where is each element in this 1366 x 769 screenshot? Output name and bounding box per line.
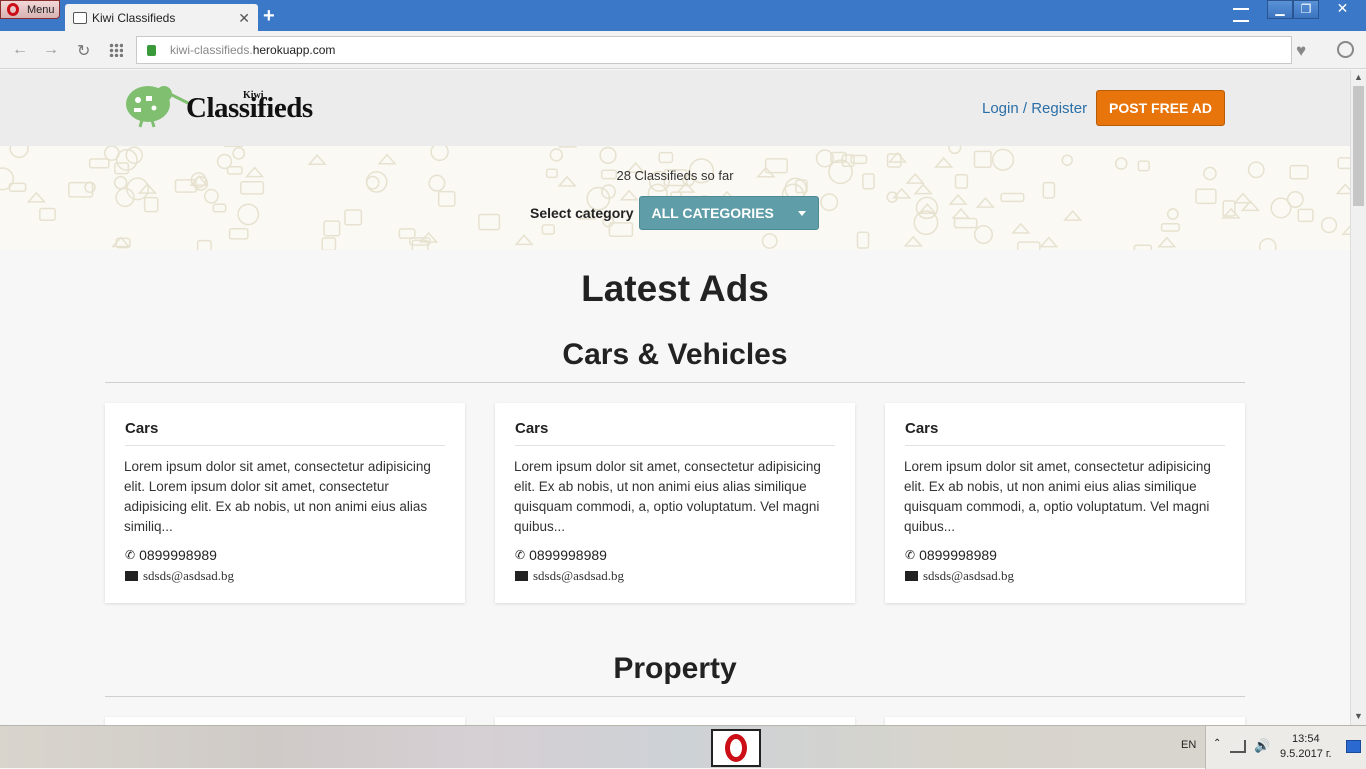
ad-description: Lorem ipsum dolor sit amet, consectetur … (904, 459, 1211, 534)
scroll-up-icon[interactable]: ▲ (1354, 72, 1363, 82)
caret-down-icon (797, 211, 806, 216)
forward-button[interactable]: → (43, 41, 59, 59)
login-register-link[interactable]: Login / Register (982, 100, 1087, 117)
ad-description: Lorem ipsum dolor sit amet, consectetur … (514, 459, 821, 534)
site-logo[interactable]: Kiwi Classifieds (124, 80, 354, 136)
ad-title-divider (515, 445, 835, 446)
reload-button[interactable]: ↻ (77, 41, 90, 61)
ad-phone: ✆ 0899998989 (515, 547, 607, 563)
back-button[interactable]: ← (12, 41, 28, 59)
ad-title[interactable]: Cars (515, 420, 548, 437)
network-icon[interactable] (1230, 740, 1246, 753)
taskbar-opera-button[interactable] (711, 729, 761, 767)
ad-title-divider (905, 445, 1225, 446)
new-tab-button[interactable]: + (263, 5, 275, 28)
ad-card[interactable]: Cars Lorem ipsum dolor sit amet, consect… (885, 403, 1245, 603)
ad-card[interactable] (495, 717, 855, 725)
kiwi-bird-icon (126, 86, 192, 128)
close-window-button[interactable]: ✕ (1319, 0, 1366, 19)
speed-dial-icon[interactable] (109, 43, 123, 57)
tab-menu-icon[interactable] (1233, 8, 1249, 22)
menu-label: Menu (27, 3, 55, 16)
envelope-icon (905, 571, 918, 581)
scrollbar-thumb[interactable] (1353, 86, 1364, 206)
tab-title: Kiwi Classifieds (92, 10, 176, 25)
heart-icon[interactable]: ♥ (1296, 41, 1306, 61)
phone-icon: ✆ (515, 548, 526, 562)
ad-card[interactable] (105, 717, 465, 725)
page-scrollbar[interactable]: ▲ ▼ (1350, 70, 1366, 725)
ad-email-address: sdsds@asdsad.bg (533, 568, 625, 583)
logo-brand-text: Classifieds (186, 92, 313, 124)
ad-email-address: sdsds@asdsad.bg (143, 568, 235, 583)
ad-card[interactable]: Cars Lorem ipsum dolor sit amet, consect… (495, 403, 855, 603)
latest-ads-heading: Latest Ads (581, 268, 769, 309)
site-header: Kiwi Classifieds Login / Register POST F… (0, 70, 1350, 146)
taskbar-clock[interactable]: 13:54 9.5.2017 г. (1280, 732, 1332, 762)
url-field[interactable]: kiwi-classifieds. herokuapp.com (136, 36, 1292, 64)
ad-email: sdsds@asdsad.bg (905, 568, 1014, 584)
select-category-label: Select category (530, 205, 634, 221)
ad-email: sdsds@asdsad.bg (515, 568, 624, 584)
account-icon[interactable] (1337, 41, 1354, 58)
ad-email-address: sdsds@asdsad.bg (923, 568, 1015, 583)
hero-banner: 28 Classifieds so far Select category AL… (0, 146, 1350, 250)
ad-phone-number: 0899998989 (139, 547, 217, 563)
tab-kiwi-classifieds[interactable]: Kiwi Classifieds ✕ (65, 4, 258, 31)
ad-phone: ✆ 0899998989 (125, 547, 217, 563)
section-divider (105, 382, 1245, 383)
envelope-icon (125, 571, 138, 581)
page-viewport: Kiwi Classifieds Login / Register POST F… (0, 70, 1350, 725)
phone-icon: ✆ (905, 548, 916, 562)
ad-title[interactable]: Cars (125, 420, 158, 437)
ad-phone-number: 0899998989 (919, 547, 997, 563)
ad-title-divider (125, 445, 445, 446)
ad-card[interactable]: Cars Lorem ipsum dolor sit amet, consect… (105, 403, 465, 603)
show-desktop-icon[interactable] (1346, 740, 1361, 753)
opera-menu-button[interactable]: Menu (0, 0, 60, 19)
classifieds-count: 28 Classifieds so far (616, 168, 734, 183)
category-dropdown-value: ALL CATEGORIES (651, 205, 774, 221)
maximize-button[interactable]: ❐ (1293, 0, 1319, 19)
address-bar-row: ← → ↻ kiwi-classifieds. herokuapp.com ♥ (0, 31, 1366, 69)
envelope-icon (515, 571, 528, 581)
show-hidden-icons-icon[interactable]: ⌃ (1213, 738, 1221, 749)
ad-card[interactable] (885, 717, 1245, 725)
section-title-cars: Cars & Vehicles (562, 338, 788, 371)
section-title-property: Property (613, 652, 737, 685)
url-domain: herokuapp.com (252, 43, 336, 57)
ad-title[interactable]: Cars (905, 420, 938, 437)
category-dropdown[interactable]: ALL CATEGORIES (638, 196, 819, 230)
section-divider (105, 696, 1245, 697)
tab-favicon-icon (73, 11, 87, 24)
ad-phone: ✆ 0899998989 (905, 547, 997, 563)
windows-taskbar: EN ⌃ 🔊 13:54 9.5.2017 г. (0, 725, 1366, 769)
clock-date: 9.5.2017 г. (1280, 748, 1332, 760)
phone-icon: ✆ (125, 548, 136, 562)
language-indicator[interactable]: EN (1181, 739, 1196, 751)
opera-icon (725, 734, 747, 762)
ad-phone-number: 0899998989 (529, 547, 607, 563)
clock-time: 13:54 (1292, 733, 1320, 745)
url-subdomain: kiwi-classifieds. (170, 43, 253, 57)
post-free-ad-button[interactable]: POST FREE AD (1096, 90, 1225, 126)
browser-titlebar: Menu Kiwi Classifieds ✕ + ▁ ❐ ✕ (0, 0, 1366, 31)
tab-close-icon[interactable]: ✕ (238, 10, 250, 27)
lock-icon (147, 44, 156, 56)
ad-email: sdsds@asdsad.bg (125, 568, 234, 584)
category-selector-row: Select category ALL CATEGORIES (530, 196, 819, 230)
opera-icon (7, 3, 19, 16)
minimize-button[interactable]: ▁ (1267, 0, 1293, 19)
scroll-down-icon[interactable]: ▼ (1354, 711, 1363, 721)
ad-description: Lorem ipsum dolor sit amet, consectetur … (124, 459, 431, 534)
volume-icon[interactable]: 🔊 (1254, 738, 1270, 754)
